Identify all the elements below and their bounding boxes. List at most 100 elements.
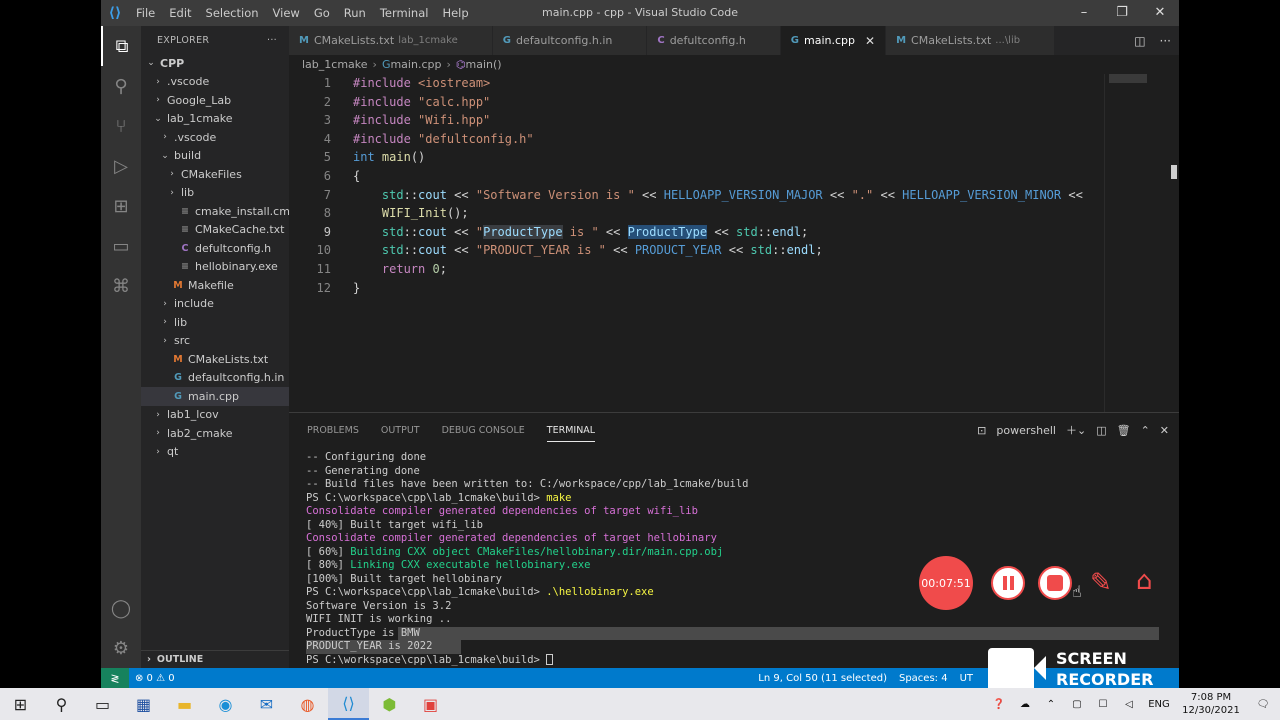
terminal-shell-icon[interactable]: ⊡ — [977, 424, 986, 437]
panel-tab-terminal[interactable]: TERMINAL — [546, 425, 596, 442]
editor-tab[interactable]: M CMakeLists.txt lab_1cmake — [289, 26, 493, 55]
edge-icon[interactable]: ◉ — [205, 688, 246, 720]
close-panel-icon[interactable]: ✕ — [1160, 424, 1169, 437]
device-icon[interactable]: ▢ — [1064, 699, 1090, 710]
settings-gear-icon[interactable]: ⚙ — [101, 628, 141, 668]
more-actions-icon[interactable]: ··· — [267, 35, 277, 46]
tree-item[interactable]: › src — [141, 332, 289, 351]
account-icon[interactable]: ◯ — [101, 588, 141, 628]
source-control-icon[interactable]: ⑂ — [101, 106, 141, 146]
menu-item-terminal[interactable]: Terminal — [373, 6, 436, 20]
android-icon[interactable]: ⬢ — [369, 688, 410, 720]
tree-item[interactable]: Cdefultconfig.h — [141, 239, 289, 258]
panel-tab-problems[interactable]: PROBLEMS — [307, 425, 359, 436]
clock[interactable]: 7:08 PM 12/30/2021 — [1176, 691, 1246, 717]
tree-item[interactable]: › .vscode — [141, 128, 289, 147]
pause-recording-icon[interactable] — [991, 566, 1025, 600]
tree-item[interactable]: › qt — [141, 443, 289, 462]
tree-item[interactable]: ⌄ lab_1cmake — [141, 110, 289, 129]
close-tab-icon[interactable]: ✕ — [865, 34, 875, 48]
file-explorer-icon[interactable]: ▬ — [164, 688, 205, 720]
stop-recording-icon[interactable] — [1038, 566, 1072, 600]
tree-item[interactable]: › lib — [141, 313, 289, 332]
explorer-icon[interactable]: ⧉ — [101, 26, 141, 66]
terminal-text: make — [546, 491, 572, 504]
mail-icon[interactable]: ✉ — [246, 688, 287, 720]
notifications-icon[interactable]: 🗨 — [1246, 699, 1280, 710]
panel-tab-output[interactable]: OUTPUT — [381, 425, 420, 436]
maximize-panel-icon[interactable]: ⌃ — [1141, 424, 1150, 437]
encoding[interactable]: UT — [954, 673, 979, 684]
speaker-icon[interactable]: ◁ — [1116, 699, 1142, 710]
tree-item[interactable]: › lab1_lcov — [141, 406, 289, 425]
pen-icon[interactable]: ✎ — [1090, 568, 1112, 598]
tray-chevron-icon[interactable]: ⌃ — [1038, 699, 1064, 710]
cloud-icon[interactable]: ☁ — [1012, 699, 1038, 710]
menu-item-view[interactable]: View — [266, 6, 307, 20]
windows-start-icon[interactable]: ⊞ — [0, 688, 41, 720]
remote-explorer-icon[interactable]: ▭ — [101, 226, 141, 266]
search-icon[interactable]: ⚲ — [101, 66, 141, 106]
ubuntu-icon[interactable]: ◍ — [287, 688, 328, 720]
menu-item-selection[interactable]: Selection — [199, 6, 266, 20]
minimap[interactable] — [1104, 74, 1170, 412]
split-editor-icon[interactable]: ◫ — [1134, 34, 1145, 48]
scrollbar-thumb[interactable] — [1171, 165, 1177, 179]
outline-section[interactable]: › OUTLINE — [141, 650, 289, 668]
editor-tab[interactable]: M CMakeLists.txt ...\lib — [886, 26, 1056, 55]
vscode-taskbar-icon[interactable]: ⟨⟩ — [328, 688, 369, 720]
code-editor[interactable]: 1 #include <iostream> 2 #include "calc.hpp"… — [289, 74, 1099, 412]
editor-tab[interactable]: Cdefultconfig.h — [647, 26, 781, 55]
restore-icon[interactable]: ❐ — [1103, 0, 1141, 26]
editor-tab[interactable]: Gmain.cpp ✕ — [780, 26, 887, 55]
screen-recorder-app-icon[interactable]: ▣ — [410, 688, 451, 720]
extensions-icon[interactable]: ⊞ — [101, 186, 141, 226]
app-blue-icon[interactable]: ▦ — [123, 688, 164, 720]
cursor-position[interactable]: Ln 9, Col 50 (11 selected) — [752, 673, 893, 684]
breadcrumb-item[interactable]: main() — [465, 58, 501, 71]
new-terminal-icon[interactable]: ＋⌄ — [1066, 422, 1086, 438]
network-icon[interactable]: ☐ — [1090, 699, 1116, 710]
panel-tab-debug-console[interactable]: DEBUG CONSOLE — [442, 425, 525, 436]
tree-item[interactable]: ≡ hellobinary.exe — [141, 258, 289, 277]
task-view-icon[interactable]: ▭ — [82, 688, 123, 720]
line-number: 5 — [323, 150, 331, 165]
menu-item-file[interactable]: File — [129, 6, 162, 20]
python-icon[interactable]: ⌘ — [101, 266, 141, 306]
tree-item[interactable]: Gmain.cpp — [141, 387, 289, 406]
split-terminal-icon[interactable]: ◫ — [1096, 424, 1106, 437]
tree-item[interactable]: ⌄ CPP — [141, 54, 289, 73]
problems-count[interactable]: ⊗ 0 ⚠ 0 — [129, 673, 181, 684]
close-icon[interactable]: ✕ — [1141, 0, 1179, 26]
run-debug-icon[interactable]: ▷ — [101, 146, 141, 186]
tree-item[interactable]: › include — [141, 295, 289, 314]
terminal-shell-label[interactable]: powershell — [996, 424, 1056, 437]
more-actions-icon[interactable]: ··· — [1160, 34, 1171, 48]
tree-item[interactable]: ≡ CMakeCache.txt — [141, 221, 289, 240]
menu-item-edit[interactable]: Edit — [162, 6, 198, 20]
tree-item[interactable]: ⌄ build — [141, 147, 289, 166]
tree-item[interactable]: › .vscode — [141, 73, 289, 92]
breadcrumb-item[interactable]: lab_1cmake — [302, 58, 368, 71]
kill-terminal-icon[interactable]: 🗑 — [1117, 424, 1131, 437]
indentation[interactable]: Spaces: 4 — [893, 673, 954, 684]
search-icon[interactable]: ⚲ — [41, 688, 82, 720]
help-icon[interactable]: ❓ — [986, 699, 1012, 710]
breadcrumb-item[interactable]: main.cpp — [390, 58, 441, 71]
tree-item[interactable]: › lab2_cmake — [141, 424, 289, 443]
remote-indicator-icon[interactable]: ≷ — [101, 668, 129, 688]
menu-item-go[interactable]: Go — [307, 6, 337, 20]
language-indicator[interactable]: ENG — [1142, 699, 1176, 710]
editor-tab[interactable]: Gdefaultconfig.h.in — [492, 26, 648, 55]
tree-item[interactable]: › CMakeFiles — [141, 165, 289, 184]
tree-item[interactable]: › lib — [141, 184, 289, 203]
tree-item[interactable]: ≡ cmake_install.cmake — [141, 202, 289, 221]
tree-item[interactable]: Gdefaultconfig.h.in — [141, 369, 289, 388]
home-icon[interactable]: ⌂ — [1136, 566, 1153, 596]
tree-item[interactable]: M Makefile — [141, 276, 289, 295]
tree-item[interactable]: › Google_Lab — [141, 91, 289, 110]
menu-item-help[interactable]: Help — [435, 6, 475, 20]
minimize-icon[interactable]: – — [1065, 0, 1103, 26]
menu-item-run[interactable]: Run — [337, 6, 373, 20]
tree-item[interactable]: M CMakeLists.txt — [141, 350, 289, 369]
